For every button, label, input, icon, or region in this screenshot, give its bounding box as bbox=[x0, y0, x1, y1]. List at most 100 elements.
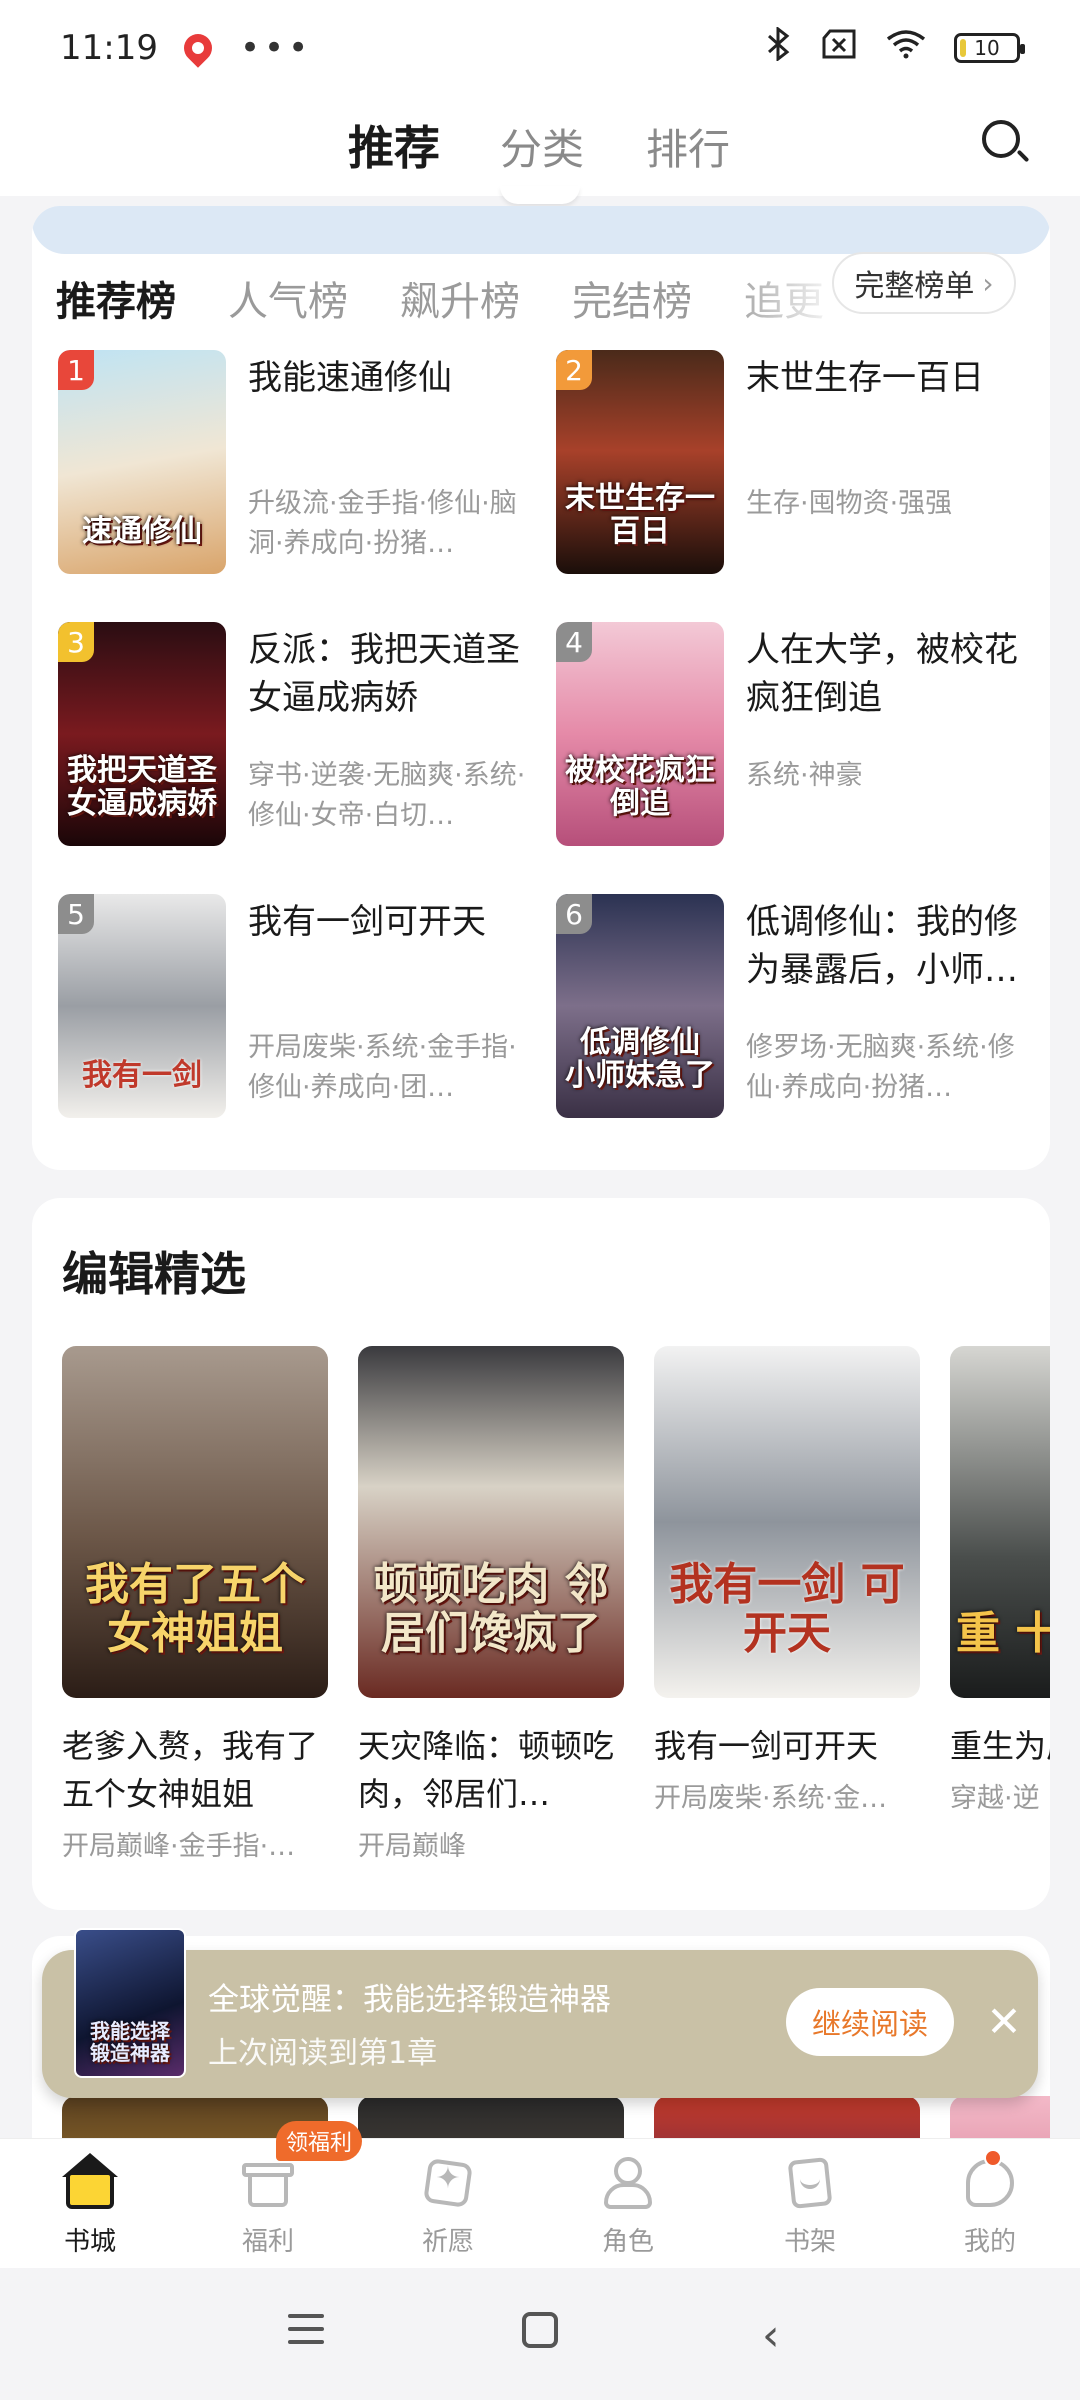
tab-character[interactable]: 角色 bbox=[568, 2153, 688, 2258]
book-title: 天灾降临：顿顿吃肉，邻居们… bbox=[358, 1727, 615, 1813]
status-bar: 11:19 ••• 10 bbox=[0, 0, 1080, 96]
rank-item[interactable]: 末世生存一百日 2 末世生存一百日 生存·囤物资·强强 bbox=[556, 350, 1036, 578]
book-tags: 穿书·逆袭·无脑爽·系统·修仙·女帝·白切… bbox=[248, 760, 526, 831]
tab-wish[interactable]: ✦ 祈愿 bbox=[388, 2153, 508, 2258]
tab-welfare[interactable]: 福利 bbox=[208, 2153, 328, 2258]
wifi-icon bbox=[886, 29, 926, 67]
pick-item[interactable]: 我有一剑 可开天 我有一剑可开天 开局废柴·系统·金… bbox=[654, 1346, 920, 1815]
tab-profile[interactable]: 我的 bbox=[930, 2149, 1050, 2258]
close-icon[interactable]: ✕ bbox=[976, 1994, 1032, 2050]
back-icon[interactable]: ‹ bbox=[762, 2310, 780, 2361]
battery-indicator: 10 bbox=[954, 33, 1025, 63]
rank-number: 6 bbox=[556, 894, 592, 934]
top-nav: 推荐 分类 排行 bbox=[0, 96, 1080, 196]
continue-reading-bar[interactable]: 我能选择锻造神器 全球觉醒：我能选择锻造神器 上次阅读到第1章 继续阅读 ✕ bbox=[42, 1928, 1038, 2098]
book-tags: 开局巅峰 bbox=[358, 1831, 466, 1862]
book-title: 我有一剑可开天 bbox=[248, 902, 486, 942]
book-tags: 升级流·金手指·修仙·脑洞·养成向·扮猪… bbox=[248, 488, 517, 559]
system-nav-bar: ‹ bbox=[0, 2268, 1080, 2400]
rank-tab-recommend[interactable]: 推荐榜 bbox=[56, 269, 176, 327]
battery-level: 10 bbox=[974, 36, 1000, 60]
tab-label: 我的 bbox=[963, 2227, 1016, 2257]
continue-progress: 上次阅读到第1章 bbox=[208, 2036, 438, 2071]
rank-number: 4 bbox=[556, 622, 592, 662]
chevron-right-icon: › bbox=[982, 266, 994, 300]
notification-dot bbox=[984, 2149, 1002, 2167]
bluetooth-icon bbox=[766, 25, 792, 69]
book-tags: 开局废柴·系统·金手指·修仙·养成向·团… bbox=[248, 1032, 517, 1103]
full-rank-label: 完整榜单 bbox=[854, 269, 975, 304]
full-rank-button[interactable]: 完整榜单 › bbox=[832, 252, 1016, 314]
no-sim-icon bbox=[820, 29, 858, 67]
more-notifications-icon: ••• bbox=[239, 28, 313, 68]
rank-item[interactable]: 我把天道圣女逼成病娇 3 反派：我把天道圣女逼成病娇 穿书·逆袭·无脑爽·系统·… bbox=[58, 622, 538, 850]
rank-tabs: 推荐榜 人气榜 飙升榜 完结榜 追更 bbox=[56, 258, 836, 338]
book-cover: 我有一剑 可开天 bbox=[654, 1346, 920, 1698]
rank-item[interactable]: 被校花疯狂倒追 4 人在大学，被校花疯狂倒追 系统·神豪 bbox=[556, 622, 1036, 850]
book-cover: 顿顿吃肉 邻居们馋疯了 bbox=[358, 1346, 624, 1698]
tab-label: 书架 bbox=[783, 2227, 836, 2257]
status-time: 11:19 bbox=[60, 28, 158, 68]
book-tags: 修罗场·无脑爽·系统·修仙·养成向·扮猪… bbox=[746, 1032, 1015, 1103]
search-icon[interactable] bbox=[972, 110, 1036, 174]
book-cover: 我有了五个女神姐姐 bbox=[62, 1346, 328, 1698]
pick-item[interactable]: 顿顿吃肉 邻居们馋疯了 天灾降临：顿顿吃肉，邻居们… 开局巅峰 bbox=[358, 1346, 624, 1863]
book-title: 反派：我把天道圣女逼成病娇 bbox=[248, 630, 520, 718]
continue-book-title: 全球觉醒：我能选择锻造神器 bbox=[208, 1982, 611, 2018]
tab-label: 祈愿 bbox=[421, 2227, 474, 2257]
tab-label: 角色 bbox=[601, 2227, 654, 2257]
rank-number: 2 bbox=[556, 350, 592, 390]
rank-card: 推荐榜 人气榜 飙升榜 完结榜 追更 完整榜单 › 速通修仙 1 我能速通修仙 … bbox=[32, 206, 1050, 1170]
book-title: 老爹入赘，我有了五个女神姐姐 bbox=[62, 1727, 319, 1813]
pick-item[interactable]: 我有了五个女神姐姐 老爹入赘，我有了五个女神姐姐 开局巅峰·金手指·… bbox=[62, 1346, 328, 1863]
rank-number: 1 bbox=[58, 350, 94, 390]
book-cover: 重 十 bbox=[950, 1346, 1050, 1698]
pull-refresh-indicator bbox=[500, 186, 580, 204]
rank-item[interactable]: 我有一剑 5 我有一剑可开天 开局废柴·系统·金手指·修仙·养成向·团… bbox=[58, 894, 538, 1122]
tab-ranking[interactable]: 排行 bbox=[646, 116, 730, 177]
book-cover: 我把天道圣女逼成病娇 3 bbox=[58, 622, 226, 846]
section-title: 编辑精选 bbox=[60, 1238, 246, 1304]
book-tags: 开局废柴·系统·金… bbox=[654, 1783, 888, 1814]
book-cover: 低调修仙 小师妹急了 6 bbox=[556, 894, 724, 1118]
book-title: 末世生存一百日 bbox=[746, 358, 984, 398]
book-tags: 系统·神豪 bbox=[746, 760, 863, 791]
tab-recommend[interactable]: 推荐 bbox=[348, 112, 440, 178]
rank-tab-completed[interactable]: 完结榜 bbox=[572, 269, 692, 327]
book-title: 低调修仙：我的修为暴露后，小师… bbox=[746, 902, 1018, 990]
gift-icon bbox=[238, 2153, 298, 2213]
rank-tab-rising[interactable]: 飙升榜 bbox=[400, 269, 520, 327]
rank-item[interactable]: 速通修仙 1 我能速通修仙 升级流·金手指·修仙·脑洞·养成向·扮猪… bbox=[58, 350, 538, 578]
recent-apps-icon[interactable] bbox=[288, 2314, 324, 2353]
tab-label: 书城 bbox=[63, 2227, 116, 2257]
book-title: 我有一剑可开天 bbox=[654, 1727, 879, 1765]
profile-icon bbox=[960, 2149, 1020, 2213]
book-tags: 穿越·逆 bbox=[950, 1783, 1040, 1814]
pick-item[interactable]: 重 十 重生为成蛟， 穿越·逆 bbox=[950, 1346, 1050, 1815]
bookshelf-icon bbox=[780, 2153, 840, 2213]
rank-item[interactable]: 低调修仙 小师妹急了 6 低调修仙：我的修为暴露后，小师… 修罗场·无脑爽·系统… bbox=[556, 894, 1036, 1122]
tab-bookshelf[interactable]: 书架 bbox=[750, 2153, 870, 2258]
editor-picks-card: 编辑精选 我有了五个女神姐姐 老爹入赘，我有了五个女神姐姐 开局巅峰·金手指·…… bbox=[32, 1198, 1050, 1910]
rank-tab-popular[interactable]: 人气榜 bbox=[228, 269, 348, 327]
book-title: 人在大学，被校花疯狂倒追 bbox=[746, 630, 1018, 718]
book-cover: 速通修仙 1 bbox=[58, 350, 226, 574]
continue-reading-button[interactable]: 继续阅读 bbox=[786, 1988, 954, 2056]
tab-category[interactable]: 分类 bbox=[500, 116, 584, 177]
book-cover: 我有一剑 5 bbox=[58, 894, 226, 1118]
book-cover: 末世生存一百日 2 bbox=[556, 350, 724, 574]
book-title: 我能速通修仙 bbox=[248, 358, 452, 398]
bottom-tab-bar: 领福利 书城 福利 ✦ 祈愿 角色 书架 我的 bbox=[0, 2121, 1080, 2268]
rank-number: 3 bbox=[58, 622, 94, 662]
tab-label: 福利 bbox=[241, 2227, 294, 2257]
book-cover: 我能选择锻造神器 bbox=[74, 1928, 186, 2078]
book-title: 重生为成蛟， bbox=[950, 1727, 1050, 1765]
book-tags: 生存·囤物资·强强 bbox=[746, 488, 953, 519]
home-icon[interactable] bbox=[522, 2312, 558, 2348]
book-cover: 被校花疯狂倒追 4 bbox=[556, 622, 724, 846]
rank-number: 5 bbox=[58, 894, 94, 934]
tab-bookstore[interactable]: 书城 bbox=[30, 2153, 150, 2258]
bookstore-icon bbox=[60, 2153, 120, 2213]
wish-card-icon: ✦ bbox=[418, 2153, 478, 2213]
book-tags: 开局巅峰·金手指·… bbox=[62, 1831, 296, 1862]
